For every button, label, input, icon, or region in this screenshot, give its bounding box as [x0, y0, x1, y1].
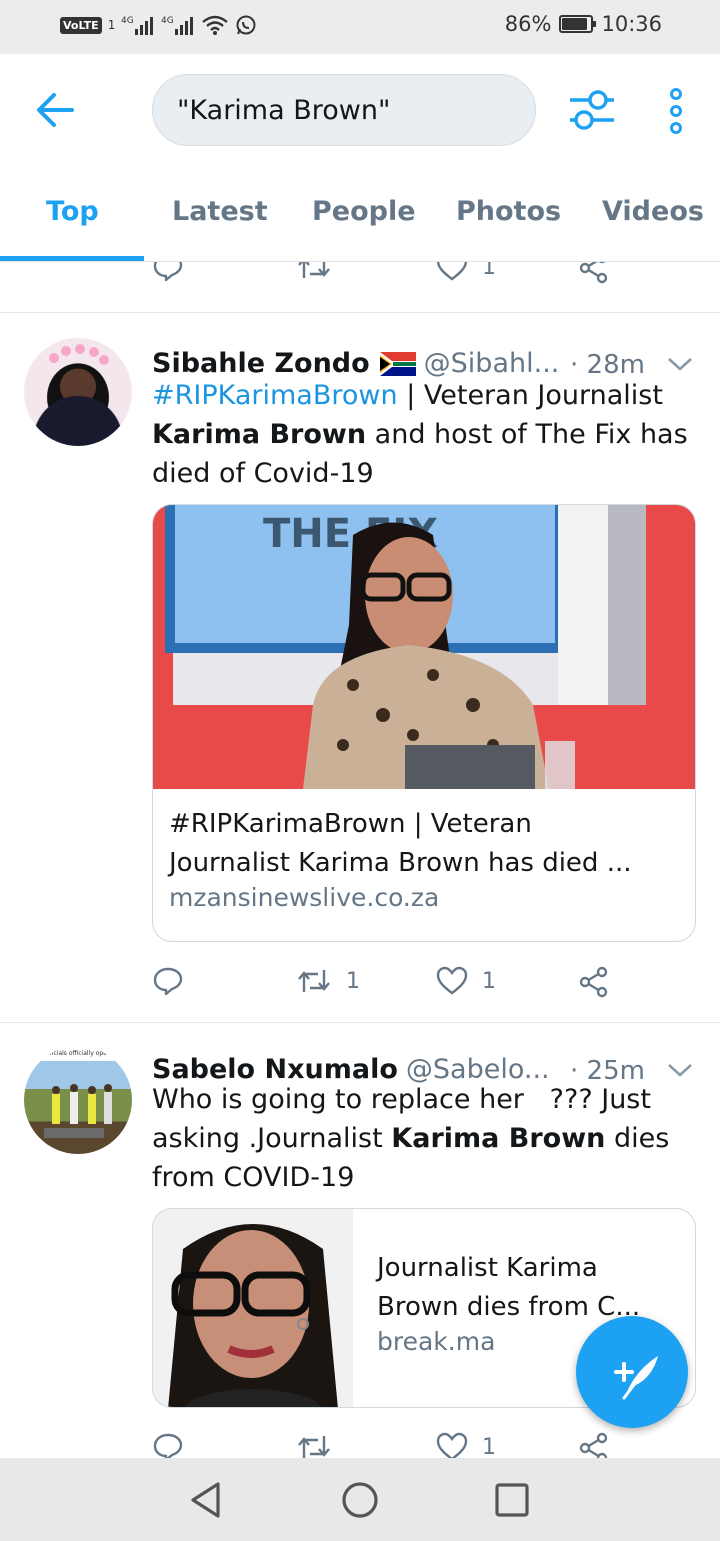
more-options-icon[interactable] [664, 88, 688, 134]
compose-tweet-button[interactable] [576, 1316, 688, 1428]
heart-icon [436, 1432, 468, 1458]
retweet-count: 1 [346, 968, 360, 994]
reply-icon [153, 967, 183, 996]
tweet-text-highlight: Karima Brown [391, 1123, 606, 1154]
tab-photos[interactable]: Photos [456, 196, 561, 227]
share-button[interactable] [578, 966, 610, 998]
share-icon [579, 262, 608, 284]
prev-tweet-actions: 1 [152, 262, 622, 292]
search-app-bar: "Karima Brown" [0, 54, 720, 166]
compose-feather-icon [614, 1356, 658, 1400]
share-icon [579, 1432, 608, 1458]
tab-top[interactable]: Top [46, 196, 99, 227]
signal-icon: 4G [121, 16, 154, 35]
retweet-button[interactable]: 1 [296, 966, 360, 996]
tweet-divider [0, 1022, 720, 1034]
battery-fill [562, 18, 587, 30]
share-icon [579, 966, 608, 998]
hashtag-link[interactable]: #RIPKarimaBrown [152, 380, 398, 411]
heart-icon [436, 966, 468, 995]
heart-icon [436, 262, 468, 281]
tab-people[interactable]: People [312, 196, 416, 227]
reply-button[interactable] [152, 1432, 184, 1458]
like-count: 1 [482, 262, 496, 280]
clock: 10:36 [601, 12, 662, 36]
volte-indicator: VoLTE [60, 16, 102, 34]
like-count: 1 [482, 1434, 496, 1459]
tab-videos[interactable]: Videos [602, 196, 704, 227]
link-preview-image [153, 1209, 353, 1407]
card-title-line-2: Journalist Karima Brown has died ... [169, 848, 632, 878]
status-icons-left: VoLTE 1 4G 4G [60, 14, 257, 36]
reply-button[interactable] [152, 262, 184, 282]
reply-icon [153, 262, 183, 282]
search-query-text: "Karima Brown" [177, 94, 391, 126]
heart-crown-decoration [49, 344, 109, 365]
battery-percent: 86% [504, 12, 552, 36]
search-input[interactable]: "Karima Brown" [152, 74, 536, 146]
tweet-text: Who is going to replace her ??? Just ask… [152, 1080, 697, 1197]
retweet-button[interactable] [296, 262, 332, 282]
network-type-label-1: 4G [121, 16, 134, 26]
reply-button[interactable] [152, 966, 184, 996]
tweet-text-part: | Veteran Journalist [397, 380, 663, 411]
chevron-down-icon[interactable] [666, 354, 694, 374]
retweet-icon [298, 1436, 330, 1458]
south-africa-flag-icon [379, 351, 416, 376]
tweet-text-highlight: Karima Brown [152, 419, 367, 450]
chevron-down-icon[interactable] [666, 1060, 694, 1080]
card-title-line-1: #RIPKarimaBrown | Veteran [169, 809, 532, 839]
network-type-label-2: 4G [161, 16, 174, 26]
active-tab-indicator [0, 256, 144, 261]
share-button[interactable] [578, 1432, 610, 1458]
link-preview-card[interactable]: THE FIX #RIPKarimaBrown | Veteran Journa… [152, 504, 696, 942]
card-domain: mzansinewslive.co.za [169, 883, 440, 912]
avatar-caption: officials officially ope... [44, 1050, 113, 1057]
signal-icon-2: 4G [161, 16, 194, 35]
retweet-icon [298, 970, 330, 992]
nav-back-icon[interactable] [188, 1480, 224, 1520]
tweet-card[interactable]: Sibahle Zondo @Sibahl... · 28m #RIPKarim… [0, 324, 720, 1022]
avatar[interactable]: officials officially ope... [24, 1046, 132, 1154]
link-preview-text: #RIPKarimaBrown | Veteran Journalist Kar… [153, 789, 695, 912]
user-handle[interactable]: @Sibahl... [424, 348, 560, 379]
share-button[interactable] [578, 262, 610, 284]
avatar-photo: officials officially ope... [44, 1050, 113, 1138]
link-preview-image: THE FIX [153, 505, 695, 789]
system-nav-bar [0, 1458, 720, 1541]
search-results-feed: 1 Sibahle Zondo @Sibahl... · 28m #RIPKar… [0, 262, 720, 1458]
like-button[interactable]: 1 [436, 1432, 496, 1458]
back-arrow-icon[interactable] [34, 90, 76, 130]
display-name[interactable]: Sibahle Zondo [152, 348, 370, 379]
sim-number: 1 [107, 18, 116, 32]
avatar[interactable] [24, 338, 132, 446]
wifi-icon [202, 15, 229, 35]
tab-latest[interactable]: Latest [172, 196, 268, 227]
like-button[interactable]: 1 [436, 262, 496, 282]
tweet-text: #RIPKarimaBrown | Veteran Journalist Kar… [152, 376, 697, 493]
reply-icon [153, 1433, 183, 1458]
nav-recents-icon[interactable] [494, 1482, 530, 1518]
battery-icon [559, 15, 597, 33]
search-tabs: Top Latest People Photos Videos [0, 166, 720, 262]
tweet-header: Sibahle Zondo @Sibahl... [152, 348, 559, 379]
retweet-icon [298, 262, 330, 278]
like-count: 1 [482, 968, 496, 994]
tweet-divider [0, 312, 720, 324]
nav-home-icon[interactable] [340, 1480, 380, 1520]
status-icons-right: 86% 10:36 [505, 12, 662, 36]
filter-icon[interactable] [568, 88, 616, 132]
tweet-actions: 1 [152, 1432, 622, 1458]
card-title-line-1: Journalist Karima [377, 1253, 598, 1283]
whatsapp-icon [236, 15, 256, 35]
retweet-button[interactable] [296, 1432, 332, 1458]
like-button[interactable]: 1 [436, 966, 496, 996]
tweet-actions: 1 1 [152, 966, 622, 1006]
status-bar: VoLTE 1 4G 4G 86% 10:36 [0, 0, 720, 54]
